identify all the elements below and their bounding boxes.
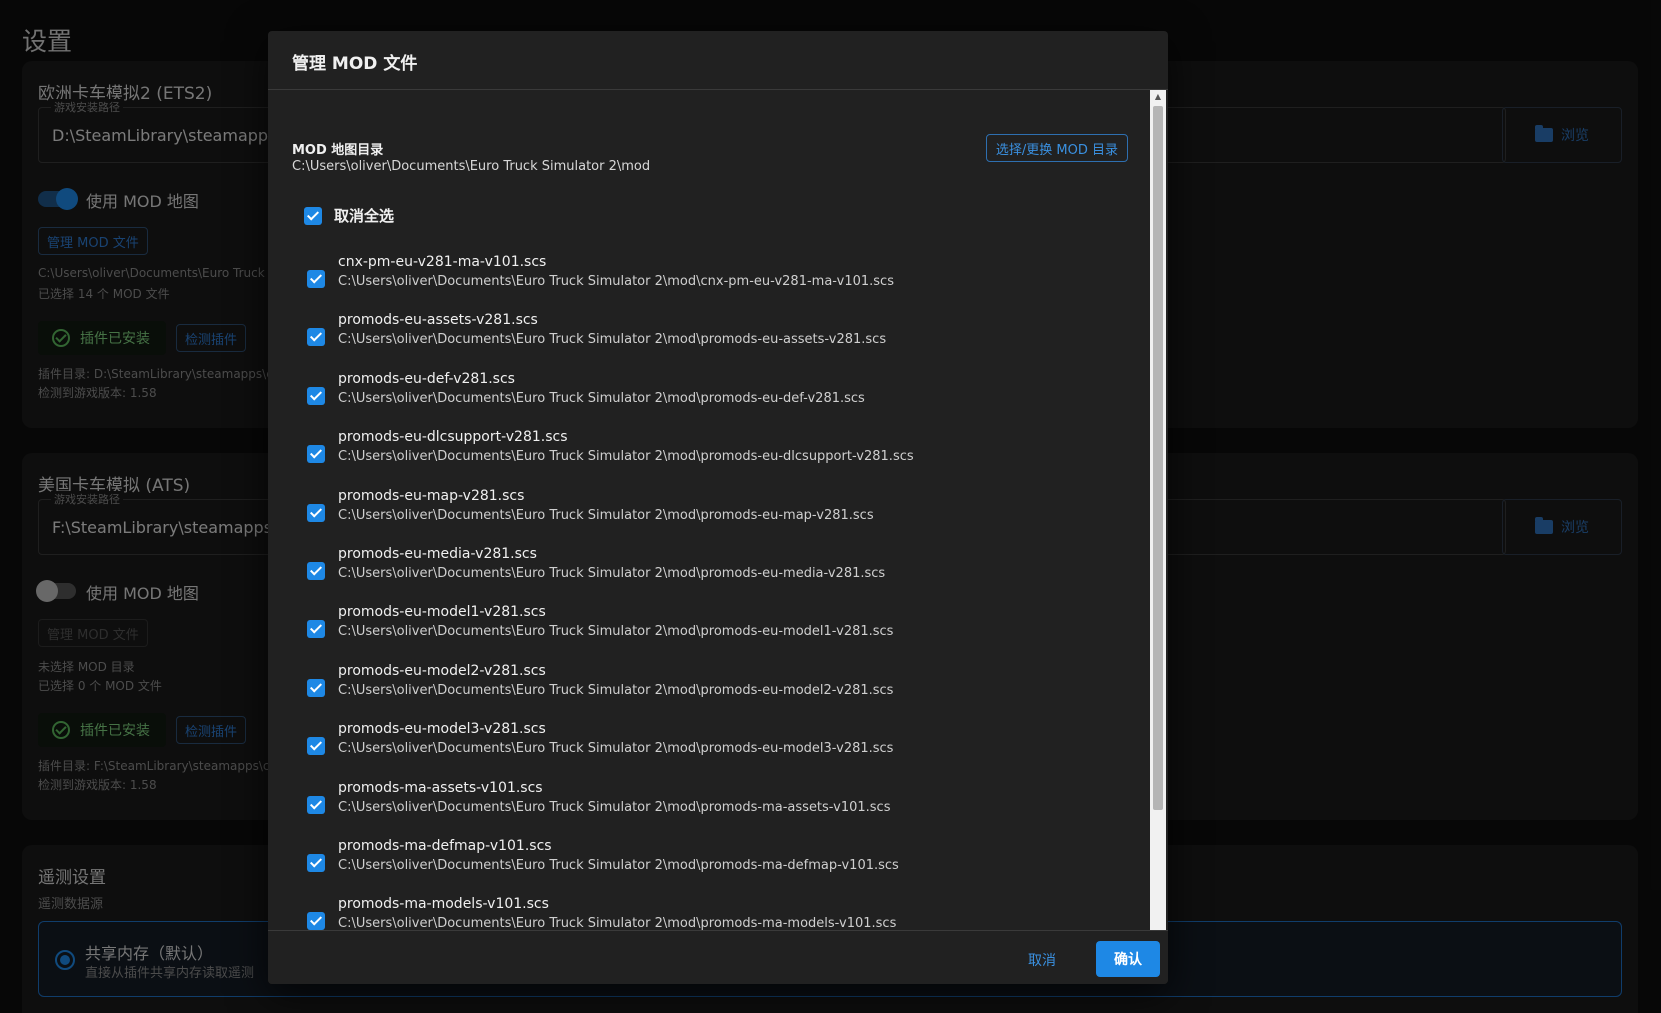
mod-path: C:\Users\oliver\Documents\Euro Truck Sim… bbox=[338, 390, 865, 406]
mod-path: C:\Users\oliver\Documents\Euro Truck Sim… bbox=[338, 682, 894, 698]
mod-path: C:\Users\oliver\Documents\Euro Truck Sim… bbox=[338, 799, 891, 815]
mod-list-item[interactable]: promods-ma-assets-v101.scs C:\Users\olive… bbox=[268, 780, 1148, 840]
mod-list-item[interactable]: promods-eu-model2-v281.scs C:\Users\olive… bbox=[268, 663, 1148, 723]
dialog-body: MOD 地图目录 C:\Users\oliver\Documents\Euro … bbox=[268, 90, 1168, 962]
mod-path: C:\Users\oliver\Documents\Euro Truck Sim… bbox=[338, 741, 894, 757]
mod-list-item[interactable]: promods-ma-defmap-v101.scs C:\Users\olive… bbox=[268, 838, 1148, 898]
mod-list-item[interactable]: promods-eu-media-v281.scs C:\Users\oliver… bbox=[268, 546, 1148, 606]
mod-path: C:\Users\oliver\Documents\Euro Truck Sim… bbox=[338, 332, 887, 348]
mod-checkbox[interactable] bbox=[307, 445, 325, 464]
mod-checkbox[interactable] bbox=[307, 912, 325, 931]
mod-path: C:\Users\oliver\Documents\Euro Truck Sim… bbox=[338, 858, 899, 873]
mod-path: C:\Users\oliver\Documents\Euro Truck Sim… bbox=[338, 449, 914, 465]
dialog-scrollbar[interactable]: ▲ ▼ bbox=[1150, 90, 1166, 962]
mod-list-item[interactable]: cnx-pm-eu-v281-ma-v101.scs C:\Users\olive… bbox=[268, 254, 1148, 314]
mod-name: promods-eu-def-v281.scs bbox=[338, 370, 515, 387]
confirm-button[interactable]: 确认 bbox=[1096, 941, 1160, 977]
mod-name: promods-ma-defmap-v101.scs bbox=[338, 838, 552, 854]
mod-name: promods-eu-model1-v281.scs bbox=[338, 604, 546, 621]
mod-list-item[interactable]: promods-eu-map-v281.scs C:\Users\oliver\D… bbox=[268, 488, 1148, 548]
mod-list-item[interactable]: promods-eu-def-v281.scs C:\Users\oliver\D… bbox=[268, 371, 1148, 431]
mod-name: promods-eu-map-v281.scs bbox=[338, 487, 525, 504]
cancel-button[interactable]: 取消 bbox=[1016, 943, 1068, 977]
mod-name: promods-eu-model3-v281.scs bbox=[338, 721, 546, 738]
mod-name: promods-eu-dlcsupport-v281.scs bbox=[338, 429, 568, 446]
mod-checkbox[interactable] bbox=[307, 678, 325, 697]
mod-path: C:\Users\oliver\Documents\Euro Truck Sim… bbox=[338, 624, 894, 640]
manage-mod-dialog: 管理 MOD 文件 MOD 地图目录 C:\Users\oliver\Docum… bbox=[268, 31, 1168, 984]
select-all-label[interactable]: 取消全选 bbox=[334, 205, 394, 226]
mod-name: promods-ma-models-v101.scs bbox=[338, 896, 549, 913]
mod-path: C:\Users\oliver\Documents\Euro Truck Sim… bbox=[338, 507, 874, 523]
mod-path: C:\Users\oliver\Documents\Euro Truck Sim… bbox=[338, 274, 894, 289]
scroll-thumb[interactable] bbox=[1153, 106, 1163, 810]
mod-checkbox[interactable] bbox=[307, 328, 325, 347]
mod-checkbox[interactable] bbox=[307, 562, 325, 580]
mod-list-item[interactable]: promods-eu-model3-v281.scs C:\Users\olive… bbox=[268, 721, 1148, 781]
dialog-footer: 取消 确认 bbox=[268, 930, 1168, 984]
select-all-checkbox[interactable] bbox=[304, 207, 322, 225]
mod-list-item[interactable]: promods-eu-assets-v281.scs C:\Users\olive… bbox=[268, 312, 1148, 372]
mod-checkbox[interactable] bbox=[307, 386, 325, 405]
mod-name: promods-eu-assets-v281.scs bbox=[338, 312, 538, 329]
mod-checkbox[interactable] bbox=[307, 795, 325, 814]
change-mod-dir-button[interactable]: 选择/更换 MOD 目录 bbox=[985, 134, 1128, 162]
mod-name: promods-eu-media-v281.scs bbox=[338, 546, 537, 562]
dialog-title: 管理 MOD 文件 bbox=[292, 54, 418, 74]
mod-checkbox[interactable] bbox=[307, 854, 325, 872]
mod-name: promods-eu-model2-v281.scs bbox=[338, 662, 546, 679]
mod-list-item[interactable]: promods-eu-model1-v281.scs C:\Users\olive… bbox=[268, 604, 1148, 664]
mod-checkbox[interactable] bbox=[307, 737, 325, 756]
mod-checkbox[interactable] bbox=[307, 503, 325, 522]
mod-name: promods-ma-assets-v101.scs bbox=[338, 779, 543, 796]
mod-list-item[interactable]: promods-eu-dlcsupport-v281.scs C:\Users\o… bbox=[268, 429, 1148, 489]
mod-checkbox[interactable] bbox=[307, 620, 325, 639]
mod-dir-value: C:\Users\oliver\Documents\Euro Truck Sim… bbox=[292, 159, 651, 174]
mod-checkbox[interactable] bbox=[307, 270, 325, 288]
mod-name: cnx-pm-eu-v281-ma-v101.scs bbox=[338, 254, 547, 270]
mod-dir-label: MOD 地图目录 bbox=[292, 143, 384, 158]
mod-path: C:\Users\oliver\Documents\Euro Truck Sim… bbox=[338, 566, 886, 581]
scroll-up-icon[interactable]: ▲ bbox=[1150, 90, 1166, 104]
